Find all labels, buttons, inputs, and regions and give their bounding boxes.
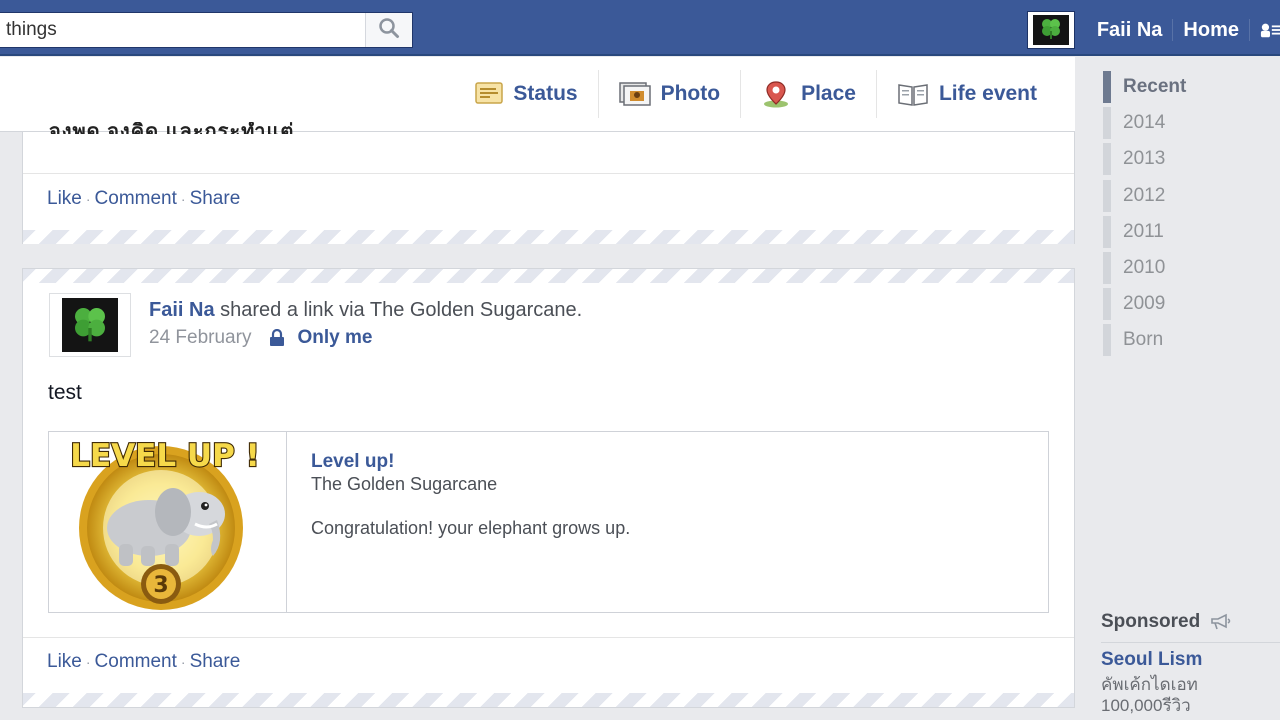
timeline-year-2013[interactable]: 2013	[1103, 141, 1263, 177]
friend-requests-icon[interactable]	[1250, 21, 1280, 39]
story-date[interactable]: 24 February	[149, 327, 251, 349]
attachment-level-number: 3	[153, 573, 168, 598]
timeline-year-recent[interactable]: Recent	[1103, 69, 1263, 105]
share-link[interactable]: Share	[190, 188, 241, 209]
privacy-selector[interactable]: Only me	[297, 327, 372, 349]
feed-story: จงพูด จงคิด และกระทำแต่ Like · Comment · Sha…	[22, 122, 1075, 244]
share-link[interactable]: Share	[190, 651, 241, 672]
timeline-year-2010[interactable]: 2010	[1103, 250, 1263, 286]
story-divider	[23, 173, 1074, 174]
comment-link[interactable]: Comment	[95, 188, 177, 209]
story-meta: 24 February Only me	[149, 327, 372, 349]
story-author-link[interactable]: Faii Na	[149, 299, 215, 321]
story-verb: shared a link via The Golden Sugarcane.	[220, 299, 583, 321]
ad-text-line: 100,000รีวิว	[1101, 696, 1191, 715]
story-headline: Faii Na shared a link via The Golden Sug…	[149, 299, 582, 322]
timeline-year-2014[interactable]: 2014	[1103, 105, 1263, 141]
timeline-year-born[interactable]: Born	[1103, 322, 1263, 358]
ad-title-link[interactable]: Seoul Lism	[1101, 649, 1202, 671]
like-link[interactable]: Like	[47, 188, 82, 209]
clover-icon	[70, 303, 110, 348]
story-actions: Like · Comment · Share	[47, 651, 241, 672]
life-event-book-icon	[897, 81, 929, 107]
home-link[interactable]: Home	[1173, 19, 1249, 42]
sponsored-divider	[1101, 642, 1280, 643]
status-icon	[475, 82, 504, 106]
like-link[interactable]: Like	[47, 651, 82, 672]
feed-story: Faii Na shared a link via The Golden Sug…	[22, 268, 1075, 708]
timeline-nav: Recent 2014 2013 2012 2011 2010 2009 Bor…	[1103, 69, 1263, 359]
top-bar: Faii Na Home	[0, 0, 1280, 56]
attachment-title-link[interactable]: Level up!	[311, 451, 394, 473]
search-icon	[378, 17, 400, 44]
composer-photo-button[interactable]: Photo	[599, 70, 740, 118]
story-author-avatar[interactable]	[49, 293, 131, 357]
story-divider	[23, 637, 1074, 638]
search-box	[0, 12, 413, 48]
composer-status-button[interactable]: Status	[455, 70, 597, 118]
search-button[interactable]	[365, 13, 412, 47]
profile-name-link[interactable]: Faii Na	[1087, 19, 1173, 42]
story-stripe-border	[23, 269, 1074, 283]
composer-place-label: Place	[801, 82, 856, 105]
lock-icon	[269, 329, 285, 347]
story-stripe-border	[23, 230, 1074, 244]
top-nav: Faii Na Home	[1026, 11, 1280, 49]
timeline-year-2012[interactable]: 2012	[1103, 178, 1263, 214]
comment-link[interactable]: Comment	[95, 651, 177, 672]
sponsored-header: Sponsored	[1101, 611, 1232, 633]
attachment-source: The Golden Sugarcane	[311, 474, 498, 494]
composer-place-button[interactable]: Place	[741, 70, 876, 118]
link-attachment[interactable]: 3 LEVEL UP ! Level up! The Golden Sugarc…	[48, 431, 1049, 613]
composer-life-event-button[interactable]: Life event	[877, 70, 1057, 118]
post-text: test	[48, 381, 82, 404]
right-column: Recent 2014 2013 2012 2011 2010 2009 Bor…	[1075, 57, 1280, 720]
sponsored-label: Sponsored	[1101, 611, 1201, 632]
attachment-description: Congratulation! your elephant grows up.	[311, 518, 631, 538]
composer-life-event-label: Life event	[938, 82, 1037, 105]
clover-icon	[1039, 16, 1063, 45]
composer-status-label: Status	[513, 82, 578, 105]
place-pin-icon	[761, 80, 791, 108]
attachment-image[interactable]: 3 LEVEL UP !	[49, 432, 287, 612]
profile-avatar[interactable]	[1026, 11, 1075, 49]
timeline-year-2009[interactable]: 2009	[1103, 286, 1263, 322]
attachment-banner-text: LEVEL UP !	[70, 438, 259, 474]
story-stripe-border	[23, 693, 1074, 707]
composer-bar: Status Photo Place Life event	[0, 57, 1075, 132]
story-actions: Like · Comment · Share	[47, 188, 241, 209]
composer-photo-label: Photo	[660, 82, 721, 105]
megaphone-icon[interactable]	[1210, 613, 1232, 631]
timeline-year-2011[interactable]: 2011	[1103, 214, 1263, 250]
photo-icon	[618, 82, 651, 106]
story-text-cut: จงพูด จงคิด และกระทำแต่	[49, 122, 295, 134]
search-input[interactable]	[0, 13, 364, 47]
